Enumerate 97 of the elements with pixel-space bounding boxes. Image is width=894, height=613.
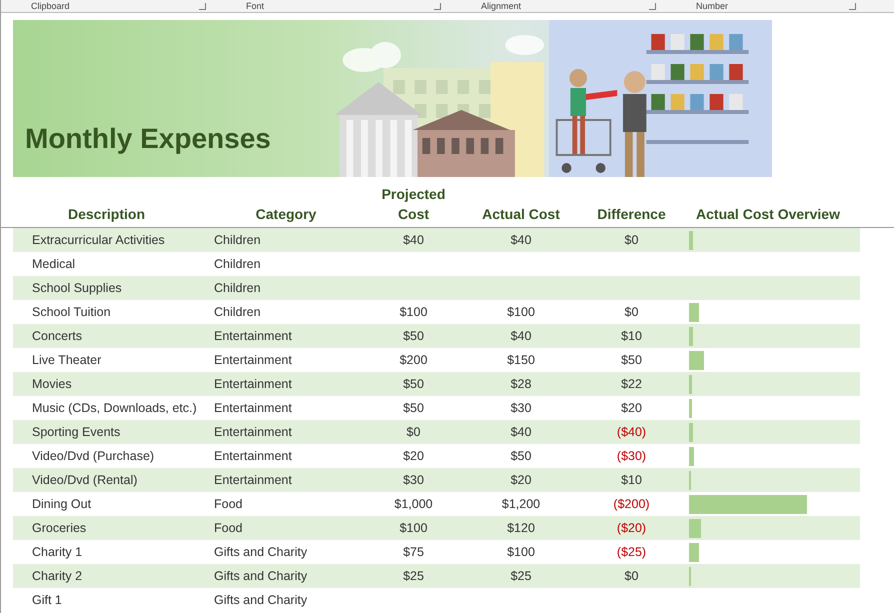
table-cell-text: School Tuition: [31, 304, 112, 321]
column-header: Description: [66, 205, 146, 224]
table-cell-text: $0: [624, 568, 640, 585]
table-cell-text: $20: [402, 448, 425, 465]
table-cell-text: $50: [402, 376, 425, 393]
table-cell-text: $0: [624, 304, 640, 321]
ribbon-group-label: Clipboard: [31, 1, 70, 11]
table-cell-text: Children: [213, 304, 262, 321]
table-cell-text: Food: [213, 496, 244, 513]
table-cell-text: $50: [402, 400, 425, 417]
table-cell-text: $75: [402, 544, 425, 561]
table-cell-text: Children: [213, 232, 262, 249]
table-cell-text: $20: [510, 472, 532, 489]
table-cell-text: Entertainment: [213, 328, 293, 345]
table-cell-text: ($25): [616, 544, 648, 561]
table-cell-text: $50: [620, 352, 643, 369]
ribbon-group-label: Alignment: [481, 1, 522, 11]
table-cell-text: Entertainment: [213, 448, 293, 465]
table-cell-text: $40: [510, 232, 532, 249]
table-cell-text: $20: [620, 400, 643, 417]
table-cell-text: ($200): [612, 496, 651, 513]
dialog-launcher-icon[interactable]: [649, 2, 656, 10]
data-bar: [689, 374, 692, 394]
data-bar: [689, 422, 693, 442]
column-header: Category: [254, 205, 318, 224]
table-cell-text: $120: [506, 520, 536, 537]
table-cell-text: Sporting Events: [31, 424, 122, 441]
table-cell-text: $100: [506, 304, 536, 321]
table-cell-text: Children: [213, 256, 262, 273]
table-cell-text: $0: [406, 424, 422, 441]
table-cell-text: $1,000: [393, 496, 434, 513]
table-cell-text: $25: [510, 568, 532, 585]
table-cell-text: Medical: [31, 256, 76, 273]
data-bar: [689, 350, 704, 370]
data-bar: [689, 446, 694, 466]
dialog-launcher-icon[interactable]: [434, 2, 441, 10]
table-cell-text: $22: [620, 376, 643, 393]
data-bar: [689, 230, 693, 250]
table-cell-text: $200: [398, 352, 428, 369]
data-bar: [689, 542, 699, 562]
dialog-launcher-icon[interactable]: [199, 2, 206, 10]
column-header: Actual Cost Overview: [695, 205, 841, 224]
table-cell-text: Food: [213, 520, 244, 537]
table-cell-text: $25: [402, 568, 425, 585]
table-cell-text: ($20): [616, 520, 648, 537]
table-cell-text: Music (CDs, Downloads, etc.): [31, 400, 198, 417]
table-cell-text: Gifts and Charity: [213, 592, 308, 609]
table-cell-text: Charity 1: [31, 544, 84, 561]
table-cell-text: Video/Dvd (Rental): [31, 472, 138, 489]
table-cell-text: School Supplies: [31, 280, 123, 297]
data-bar: [689, 518, 701, 538]
table-cell-text: $40: [510, 328, 532, 345]
column-header: Actual Cost: [481, 205, 561, 224]
table-cell-text: Entertainment: [213, 400, 293, 417]
column-header: Projected Cost: [380, 185, 446, 224]
table-cell-text: $30: [402, 472, 425, 489]
table-cell-text: Concerts: [31, 328, 84, 345]
table-cell-text: Charity 2: [31, 568, 84, 585]
column-header: Difference: [596, 205, 667, 224]
table-cell-text: Video/Dvd (Purchase): [31, 448, 156, 465]
table-cell-text: Entertainment: [213, 352, 293, 369]
table-cell-text: Entertainment: [213, 424, 293, 441]
table-cell-text: ($40): [616, 424, 648, 441]
table-cell-text: Extracurricular Activities: [31, 232, 166, 249]
table-cell-text: Entertainment: [213, 376, 293, 393]
data-bar: [689, 566, 692, 586]
table-cell-text: ($30): [616, 448, 648, 465]
table-cell-text: Groceries: [31, 520, 88, 537]
table-cell-text: $0: [624, 232, 640, 249]
ribbon-group-label: Number: [696, 1, 728, 11]
table-cell-text: Live Theater: [31, 352, 102, 369]
table-cell-text: $50: [510, 448, 532, 465]
table-cell-text: Movies: [31, 376, 73, 393]
table-cell-text: Gifts and Charity: [213, 544, 308, 561]
table-cell-text: Children: [213, 280, 262, 297]
data-bar: [689, 302, 699, 322]
table-cell-text: Gifts and Charity: [213, 568, 308, 585]
table-cell-text: $30: [510, 400, 532, 417]
table-cell-text: $40: [402, 232, 425, 249]
table-cell-text: Dining Out: [31, 496, 92, 513]
table-cell-text: Gift 1: [31, 592, 63, 609]
table-cell-text: $10: [620, 472, 643, 489]
table-cell-text: $50: [402, 328, 425, 345]
table-cell-text: $100: [398, 304, 428, 321]
table-cell-text: $40: [510, 424, 532, 441]
dialog-launcher-icon[interactable]: [849, 2, 856, 10]
table-cell-text: $10: [620, 328, 643, 345]
table-cell-text: $28: [510, 376, 532, 393]
table-cell-text: $100: [398, 520, 428, 537]
table-cell-text: Entertainment: [213, 472, 293, 489]
table-cell-text: $1,200: [500, 496, 542, 513]
data-bar: [689, 398, 692, 418]
ribbon-group-label: Font: [246, 1, 264, 11]
table-cell-text: $100: [506, 544, 536, 561]
data-bar: [689, 326, 693, 346]
sheet-title: Monthly Expenses: [25, 123, 272, 155]
table-cell-text: $150: [506, 352, 536, 369]
